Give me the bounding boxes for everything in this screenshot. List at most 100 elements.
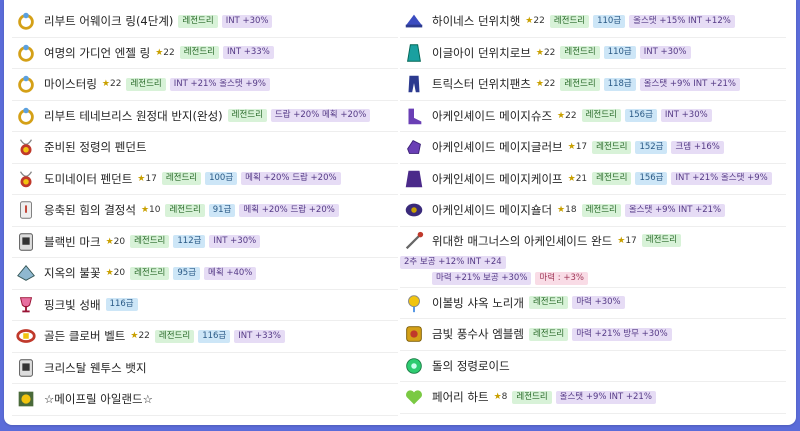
equipment-list-left: 리부트 어웨이크 링(4단계) 레전드리 INT +30% 여명의 가디언 엔젤 링 ★… [12,6,398,416]
star-icon: ★ [493,392,502,403]
equipment-row[interactable]: 핑크빛 성배 116급 [12,290,398,321]
shoes-icon [402,104,426,128]
starforce-count: ★8 [494,392,508,402]
level-badge: 156급 [635,172,668,186]
level-badge: 100급 [205,172,238,186]
equipment-row[interactable]: 크리스탈 웬투스 뱃지 [12,353,398,384]
soul-option-badge: 마력 : +3% [535,271,588,285]
equipment-row[interactable]: 아케인셰이드 메이지글러브 ★17 레전드리 152급 크뎀 +16% [400,132,786,164]
potential-grade-badge: 레전드리 [179,46,219,60]
item-name: 금빛 풍수사 엠블렘 [432,327,524,342]
item-name: 페어리 하트 [432,390,489,405]
potential-grade-badge: 레전드리 [549,14,590,28]
starforce-value: 22 [533,16,545,27]
cape-icon [402,167,426,191]
item-name: 리부트 어웨이크 링(4단계) [44,14,174,29]
star-icon: ★ [105,236,114,247]
equipment-row[interactable]: 여명의 가디언 엔젤 링 ★22 레전드리 INT +33% [12,38,398,69]
potential-options-badge: INT +21% 올스탯 +9% [169,77,270,91]
level-badge: 91급 [208,203,236,217]
potential-options-badge: 올스탯 +9% INT +21% [555,390,656,404]
starforce-count: ★22 [525,16,545,26]
potential-grade-badge: 레전드리 [161,172,202,186]
potential-options-badge: 올스탯 +9% INT +21% [624,203,726,217]
equipment-row[interactable]: 아케인셰이드 메이지숄더 ★18 레전드리 올스탯 +9% INT +21% [400,195,786,227]
badge-icon [14,230,38,254]
emblem-icon [402,322,426,346]
equipment-row[interactable]: 트릭스터 던위치팬츠 ★22 레전드리 118급 올스탯 +9% INT +21% [400,69,786,101]
starforce-count: ★21 [568,174,588,184]
secondary-icon [402,291,426,315]
ring-icon [14,72,38,96]
item-name: 아케인셰이드 메이지숄더 [432,203,553,218]
equipment-card: 리부트 어웨이크 링(4단계) 레전드리 INT +30% 여명의 가디언 엔젤 링 ★… [4,0,796,425]
equipment-row[interactable]: 금빛 풍수사 엠블렘 레전드리 마력 +21% 방무 +30% [400,319,786,351]
belt-icon [14,324,38,348]
equipment-row[interactable]: 준비된 정령의 펜던트 [12,132,398,164]
potential-grade-badge: 레전드리 [126,77,166,91]
starforce-count: ★17 [617,236,637,246]
ring-icon [14,41,38,65]
potential-options-badge: 올스탯 +15% INT +12% [629,14,735,28]
equipment-row[interactable]: 이글아이 던위치로브 ★22 레전드리 110급 INT +30% [400,38,786,69]
potential-grade-badge: 레전드리 [581,203,621,217]
potential-options-badge: INT +30% [639,46,691,60]
star-icon: ★ [105,268,114,279]
starforce-value: 22 [138,331,150,342]
equipment-row[interactable]: 돌의 정령로이드 [400,351,786,382]
item-name: 골든 클로버 벨트 [44,329,126,344]
item-name: 아케인셰이드 메이지케이프 [432,171,563,186]
potential-grade-badge: 레전드리 [528,296,569,310]
medal-icon [14,387,38,411]
potential-options-badge: 드랍 +20% 메획 +20% [270,109,371,123]
potential-grade-badge: 레전드리 [560,46,600,60]
star-icon: ★ [557,110,566,121]
shoulder-icon [402,198,426,222]
potential-options-badge: INT +33% [234,329,286,343]
potential-options-badge: 메획 +20% 드랍 +20% [241,172,341,186]
equipment-row[interactable]: 페어리 하트 ★8 레전드리 올스탯 +9% INT +21% [400,382,786,414]
equipment-row[interactable]: 도미네이터 펜던트 ★17 레전드리 100급 메획 +20% 드랍 +20% [12,164,398,195]
equipment-row[interactable]: 골든 클로버 벨트 ★22 레전드리 116급 INT +33% [12,321,398,353]
starforce-count: ★22 [557,111,577,121]
equipment-row[interactable]: 아케인셰이드 메이지케이프 ★21 레전드리 156급 INT +21% 올스탯 +9% [400,164,786,195]
starforce-value: 21 [575,173,588,184]
starforce-count: ★17 [137,174,157,184]
level-badge: 95급 [173,266,201,280]
potential-grade-badge: 레전드리 [154,329,195,343]
equipment-row[interactable]: 지옥의 불꽃 ★20 레전드리 95급 메획 +40% [12,258,398,290]
equipment-row[interactable]: 응축된 힘의 결정석 ★10 레전드리 91급 메획 +20% 드랍 +20% [12,195,398,227]
item-name: 아케인셰이드 메이지슈즈 [432,108,553,123]
pendant-icon [14,167,38,191]
equipment-row[interactable]: 리부트 어웨이크 링(4단계) 레전드리 INT +30% [12,6,398,38]
item-name: 크리스탈 웬투스 뱃지 [44,360,147,375]
equipment-row[interactable]: 하이네스 던위치햇 ★22 레전드리 110급 올스탯 +15% INT +12% [400,6,786,38]
potential-options-badge: 마력 +21% 방무 +30% [572,327,672,341]
starforce-value: 22 [163,47,175,58]
item-name: ☆메이프릴 아일랜드☆ [44,392,153,407]
starforce-value: 20 [113,236,126,247]
equipment-row[interactable]: 이볼빙 샤옥 노리개 레전드리 마력 +30% [400,288,786,319]
equipment-row[interactable]: 마이스터링 ★22 레전드리 INT +21% 올스탯 +9% [12,69,398,101]
equipment-row[interactable]: 블랙빈 마크 ★20 레전드리 112급 INT +30% [12,227,398,258]
item-name: 이글아이 던위치로브 [432,45,531,60]
starforce-value: 22 [565,110,577,121]
item-name: 트릭스터 던위치팬츠 [432,77,531,92]
equipment-row[interactable]: ☆메이프릴 아일랜드☆ [12,384,398,416]
starforce-count: ★20 [106,237,126,247]
starforce-value: 8 [501,392,508,403]
equipment-row[interactable]: 아케인셰이드 메이지슈즈 ★22 레전드리 156급 INT +30% [400,101,786,132]
level-badge: 110급 [603,46,636,60]
item-name: 블랙빈 마크 [44,234,101,249]
star-icon: ★ [140,205,150,216]
android-icon [402,354,426,378]
starforce-value: 22 [543,47,556,58]
potential-options-badge: INT +30% [660,109,712,123]
ring-icon [14,104,38,128]
equipment-row[interactable]: 위대한 매그너스의 아케인셰이드 완드 ★17 레전드리 2추 보공 +12% INT… [400,227,786,288]
equipment-row[interactable]: 리부트 테네브리스 원정대 반지(완성) 레전드리 드랍 +20% 메획 +20% [12,101,398,132]
equipment-list-right: 하이네스 던위치햇 ★22 레전드리 110급 올스탯 +15% INT +12% 이글아… [400,6,786,414]
item-name: 리부트 테네브리스 원정대 반지(완성) [44,108,223,123]
potential-options-badge: INT +33% [223,46,274,60]
potential-grade-badge: 레전드리 [528,327,569,341]
